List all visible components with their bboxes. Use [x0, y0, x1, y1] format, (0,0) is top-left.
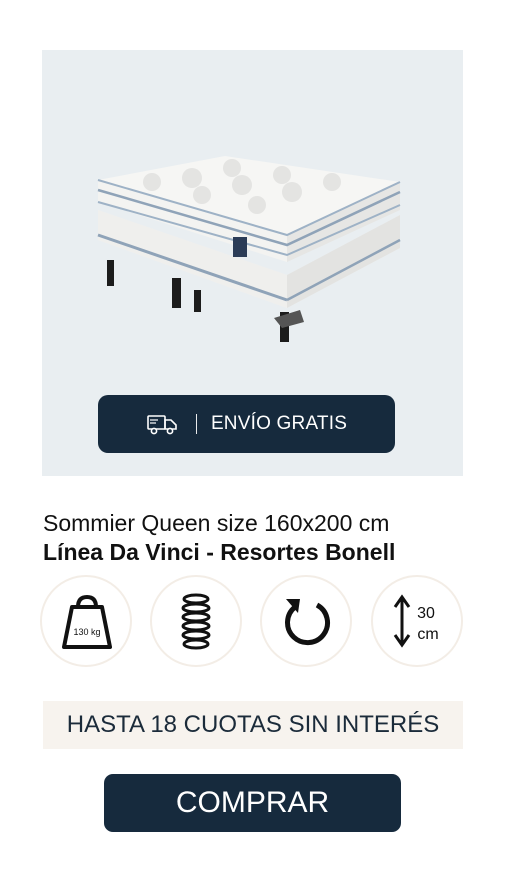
feature-springs [150, 575, 242, 667]
product-title-line1: Sommier Queen size 160x200 cm [43, 510, 390, 536]
product-image: ENVÍO GRATIS [42, 50, 463, 476]
height-unit: cm [417, 626, 438, 643]
rotate-icon [285, 599, 330, 646]
feature-icons: 130 kg 30 cm [40, 575, 465, 669]
installments-promo: HASTA 18 CUOTAS SIN INTERÉS [43, 701, 463, 749]
free-shipping-badge: ENVÍO GRATIS [98, 395, 395, 453]
badge-label: ENVÍO GRATIS [210, 413, 348, 434]
badge-divider [195, 414, 197, 434]
weight-label: 130 kg [73, 627, 100, 637]
buy-button-label: COMPRAR [175, 786, 330, 819]
feature-rotate [260, 575, 352, 667]
weight-icon: 130 kg [62, 594, 112, 649]
product-title: Sommier Queen size 160x200 cm Línea Da V… [43, 508, 473, 566]
feature-height: 30 cm [371, 575, 463, 667]
feature-weight: 130 kg [40, 575, 132, 667]
buy-button[interactable]: COMPRAR [104, 774, 401, 832]
product-title-line2: Línea Da Vinci - Resortes Bonell [43, 539, 396, 565]
truck-icon [146, 413, 178, 435]
height-arrows-icon: 30 cm [393, 594, 439, 648]
installments-label: HASTA 18 CUOTAS SIN INTERÉS [66, 711, 440, 738]
height-value: 30 [417, 605, 435, 622]
spring-icon [181, 593, 211, 650]
